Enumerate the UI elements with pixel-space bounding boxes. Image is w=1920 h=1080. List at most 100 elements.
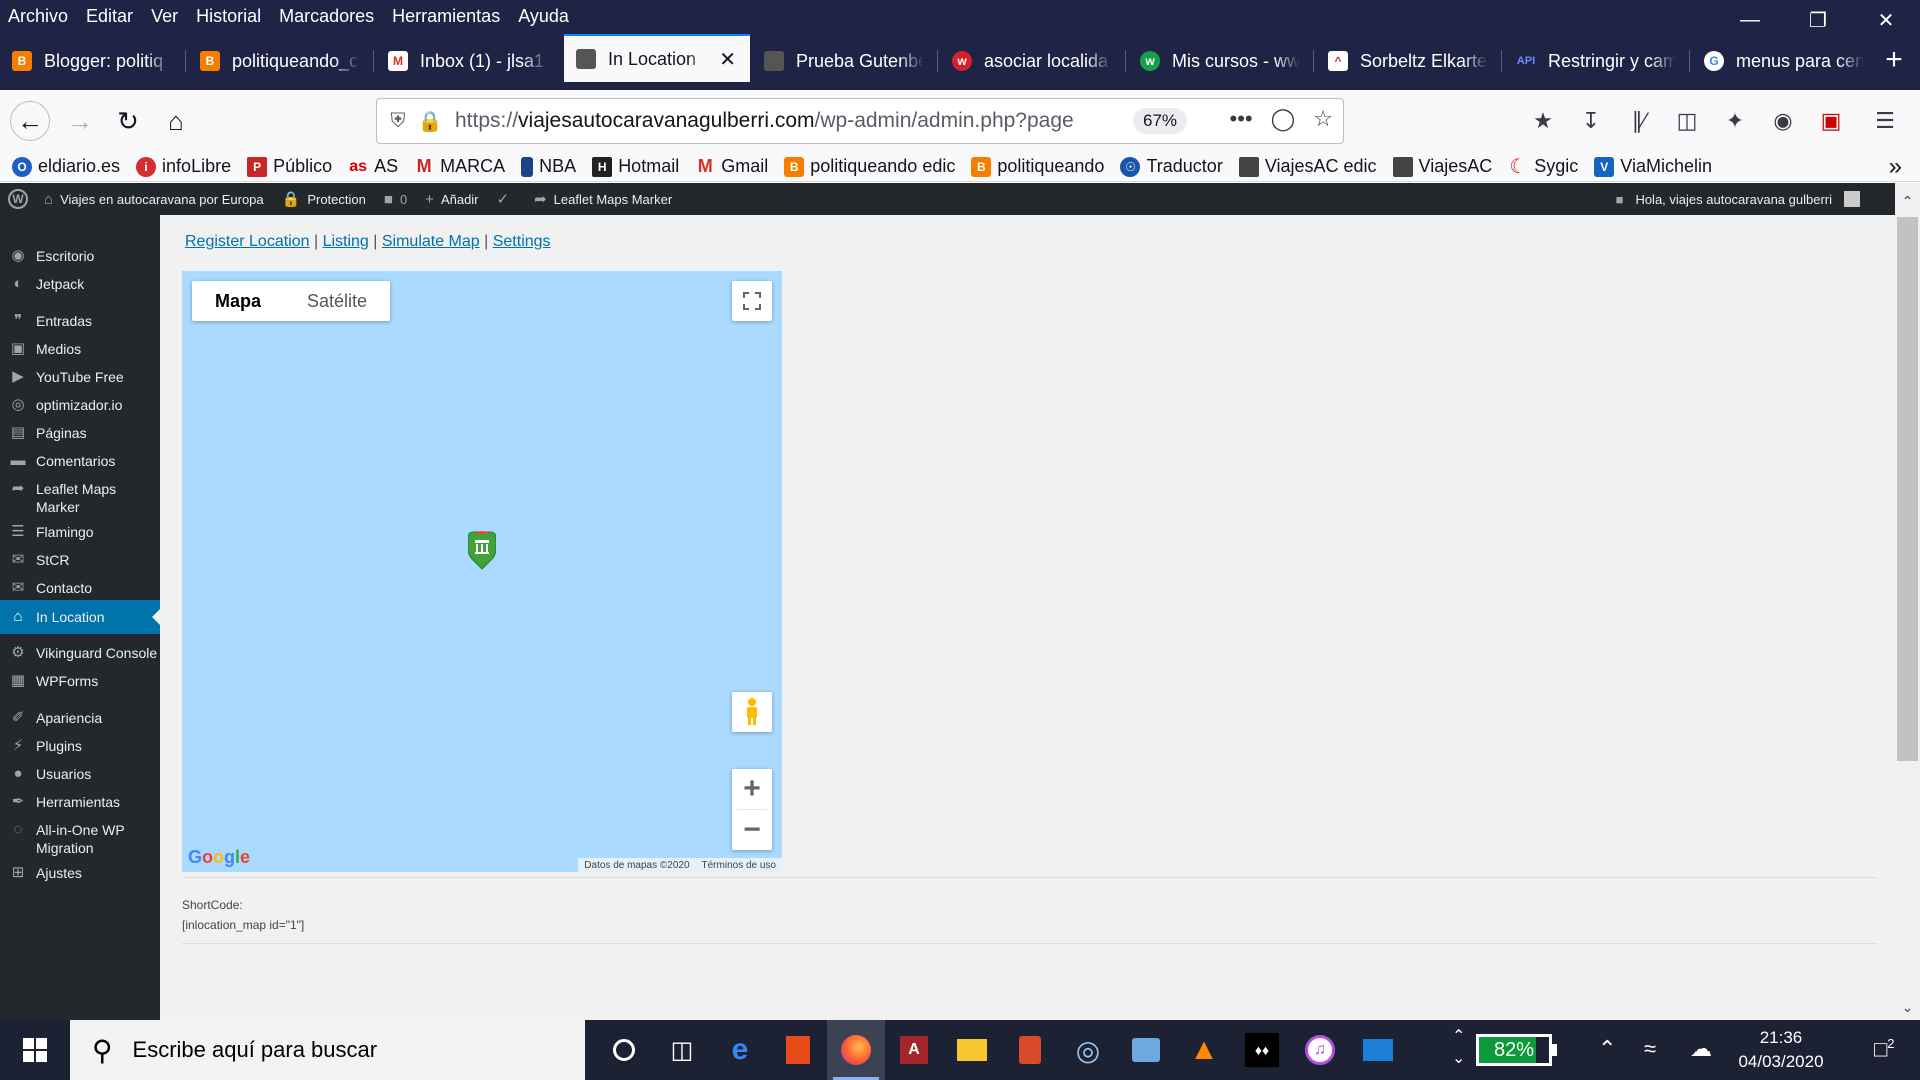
street-view-button[interactable]	[732, 692, 772, 732]
menu-historial[interactable]: Historial	[187, 0, 270, 32]
map-marker-icon[interactable]	[468, 530, 496, 570]
google-map[interactable]: Mapa Satélite + − Google Datos de mapas …	[182, 271, 782, 872]
bookmark-gmail[interactable]: M Gmail	[695, 156, 769, 177]
home-button[interactable]: ⌂	[156, 101, 196, 141]
sidebar-item-leaflet[interactable]: ➦ Leaflet Maps Marker	[0, 480, 160, 516]
tab-sorbeltz[interactable]: ^ Sorbeltz Elkarte	[1316, 42, 1502, 80]
forward-button[interactable]: →	[60, 101, 100, 141]
sidebar-item-contacto[interactable]: ✉ Contacto	[0, 579, 160, 597]
sidebar-item-entradas[interactable]: ❞ Entradas	[0, 312, 160, 330]
url-bar[interactable]: ⛨ 🔒 https://viajesautocaravanagulberri.c…	[376, 98, 1344, 144]
tab-asociar[interactable]: w asociar localida	[940, 42, 1126, 80]
bookmark-star-icon[interactable]: ☆	[1313, 106, 1333, 132]
tray-scroll-icon[interactable]: ⌃ ⌄	[1452, 1026, 1465, 1070]
map-type-map-button[interactable]: Mapa	[192, 281, 284, 321]
sidebar-item-youtube[interactable]: ▶ YouTube Free	[0, 368, 160, 386]
page-scrollbar[interactable]: ⌃ ⌄	[1895, 183, 1920, 1020]
wordpress-logo-icon[interactable]: W	[8, 189, 28, 209]
sidebar-item-optimizador[interactable]: ◎ optimizador.io	[0, 396, 160, 414]
battery-meter[interactable]: 82%	[1476, 1034, 1552, 1066]
sidebar-item-wpforms[interactable]: ▦ WPForms	[0, 672, 160, 690]
admin-bar-comments[interactable]: ■ 0	[384, 191, 407, 208]
sidebar-item-plugins[interactable]: ⚡ Plugins	[0, 737, 160, 755]
bookmark-politiqueando[interactable]: Bpolitiqueando	[971, 156, 1104, 177]
bookmark-viajesac[interactable]: ViajesAC	[1392, 156, 1492, 177]
map-type-satellite-button[interactable]: Satélite	[284, 281, 390, 321]
sidebar-item-apariencia[interactable]: ✐ Apariencia	[0, 709, 160, 727]
onedrive-icon[interactable]: ☁	[1690, 1036, 1712, 1062]
admin-bar-protection[interactable]: 🔒 Protection	[282, 190, 366, 208]
notifications-button[interactable]: □2	[1874, 1036, 1895, 1062]
bookmark-viajesac-edic[interactable]: ViajesAC edic	[1238, 156, 1377, 177]
tab-restringir[interactable]: API Restringir y cam	[1504, 42, 1690, 80]
sidebar-item-migration[interactable]: ◌ All-in-One WP Migration	[0, 821, 160, 857]
simulate-map-link[interactable]: Simulate Map	[382, 233, 480, 250]
fullscreen-button[interactable]	[732, 281, 772, 321]
scroll-up-icon[interactable]: ⌃	[1895, 193, 1920, 210]
tab-blogger[interactable]: B Blogger: politiq	[0, 42, 186, 80]
sidebar-toggle-icon[interactable]: ◫	[1670, 101, 1704, 141]
pocket-icon[interactable]: ◯	[1271, 106, 1296, 132]
paint-app[interactable]: ◎	[1059, 1020, 1117, 1080]
bookmarks-overflow-icon[interactable]: »	[1889, 152, 1902, 182]
app-blue[interactable]	[1117, 1020, 1175, 1080]
sidebar-item-stcr[interactable]: ✉ StCR	[0, 551, 160, 569]
edge-app[interactable]: e	[711, 1020, 769, 1080]
menu-archivo[interactable]: Archivo	[0, 0, 77, 32]
tidal-app[interactable]: ♦♦	[1233, 1020, 1291, 1080]
sidebar-item-in-location[interactable]: ⌂ In Location	[0, 600, 160, 634]
vlc-app[interactable]: ▲	[1175, 1020, 1233, 1080]
menu-editar[interactable]: Editar	[77, 0, 142, 32]
bookmark-nba[interactable]: NBA	[521, 156, 576, 177]
bookmark-hotmail[interactable]: H Hotmail	[592, 156, 679, 177]
bookmark-infolibre[interactable]: i infoLibre	[136, 156, 231, 177]
settings-link[interactable]: Settings	[493, 233, 551, 250]
hamburger-menu-icon[interactable]: ☰	[1868, 101, 1902, 141]
ublock-icon[interactable]: ▣	[1814, 101, 1848, 141]
sidebar-item-vikinguard[interactable]: ⚙ Vikinguard Console	[0, 644, 160, 662]
start-button[interactable]	[0, 1020, 70, 1080]
show-hidden-icons-icon[interactable]: ⌃	[1598, 1036, 1616, 1062]
app-red[interactable]	[1001, 1020, 1059, 1080]
menu-herramientas[interactable]: Herramientas	[383, 0, 509, 32]
tab-menus[interactable]: G menus para cen	[1692, 42, 1868, 80]
taskbar-search[interactable]: ⚲ Escribe aquí para buscar	[70, 1020, 585, 1080]
page-actions-icon[interactable]: •••	[1230, 106, 1253, 132]
bookmark-traductor[interactable]: ☉ Traductor	[1120, 156, 1223, 177]
menu-ver[interactable]: Ver	[142, 0, 187, 32]
access-app[interactable]: A	[885, 1020, 943, 1080]
bookmark-manager-icon[interactable]: ★	[1526, 101, 1560, 141]
extensions-icon[interactable]: ✦	[1718, 101, 1752, 141]
library-icon[interactable]: ∥⁄	[1622, 101, 1656, 141]
bookmark-politiqueando-edic[interactable]: Bpolitiqueando edic	[784, 156, 955, 177]
sidebar-item-paginas[interactable]: ▤ Páginas	[0, 424, 160, 442]
terms-link[interactable]: Términos de uso	[702, 860, 776, 871]
office-app[interactable]	[769, 1020, 827, 1080]
shortcode-value[interactable]: [inlocation_map id="1"]	[182, 915, 304, 935]
bookmark-viamichelin[interactable]: V ViaMichelin	[1594, 156, 1712, 177]
reload-button[interactable]: ↻	[108, 101, 148, 141]
zoom-out-button[interactable]: −	[732, 810, 772, 850]
menu-marcadores[interactable]: Marcadores	[270, 0, 383, 32]
account-icon[interactable]: ◉	[1766, 101, 1800, 141]
task-view-button[interactable]: ◫	[653, 1020, 711, 1080]
itunes-app[interactable]: ♫	[1291, 1020, 1349, 1080]
tab-in-location[interactable]: In Location ✕	[564, 34, 750, 82]
downloads-icon[interactable]: ↧	[1574, 101, 1608, 141]
sidebar-item-ajustes[interactable]: ⊞ Ajustes	[0, 864, 160, 882]
sidebar-item-jetpack[interactable]: ◐ Jetpack	[0, 275, 160, 293]
menu-ayuda[interactable]: Ayuda	[509, 0, 578, 32]
mail-app[interactable]	[1349, 1020, 1407, 1080]
tray-clock[interactable]: 21:36 04/03/2020	[1736, 1026, 1826, 1074]
listing-link[interactable]: Listing	[323, 233, 369, 250]
avatar[interactable]	[1844, 191, 1860, 207]
wifi-icon[interactable]: ≈	[1644, 1036, 1656, 1062]
cortana-button[interactable]	[595, 1020, 653, 1080]
shield-icon[interactable]: ⛨	[383, 106, 413, 136]
sidebar-item-flamingo[interactable]: ☰ Flamingo	[0, 523, 160, 541]
bookmark-marca[interactable]: M MARCA	[414, 156, 506, 177]
admin-bar-site[interactable]: ⌂ Viajes en autocaravana por Europa	[44, 191, 264, 208]
scroll-down-icon[interactable]: ⌄	[1895, 999, 1920, 1016]
admin-bar-yoast[interactable]: ✓	[497, 190, 517, 208]
firefox-app[interactable]	[827, 1020, 885, 1080]
